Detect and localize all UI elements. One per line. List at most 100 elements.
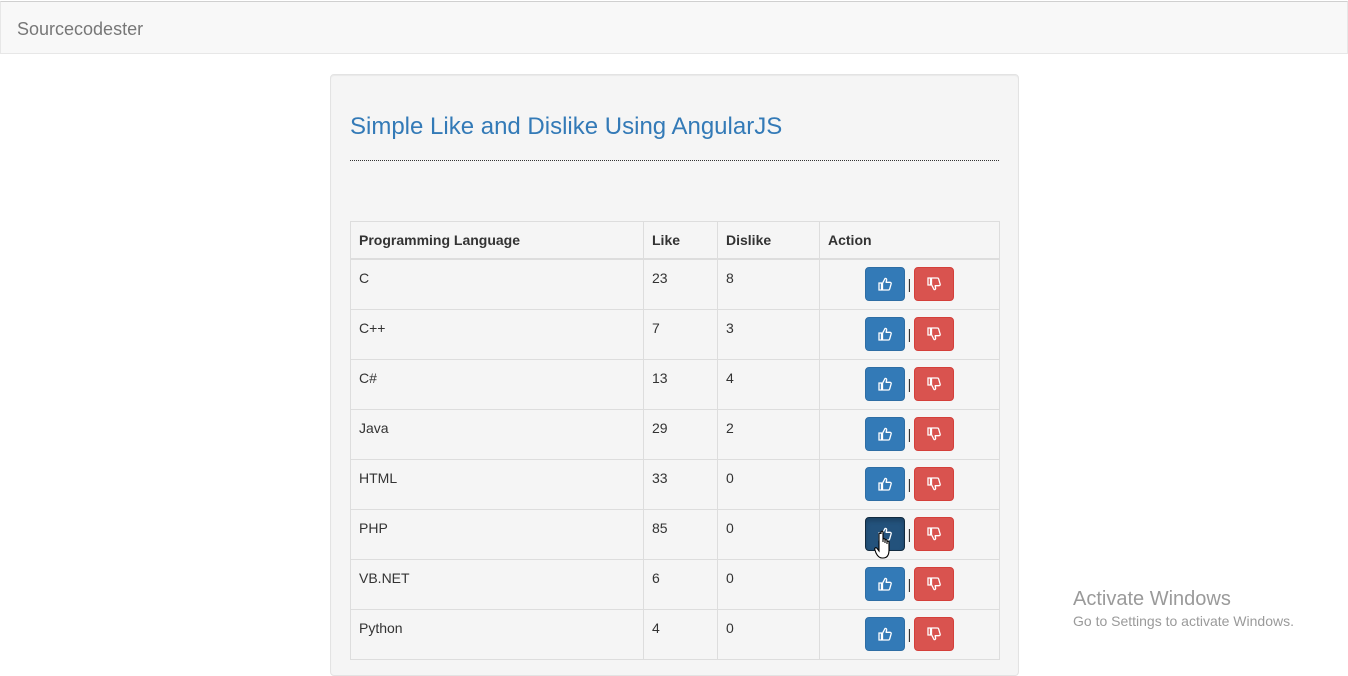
language-name: PHP [359,519,388,536]
dislike-count: 3 [726,319,734,336]
dislike-button[interactable] [914,416,955,451]
windows-activation-watermark: Activate Windows Go to Settings to activ… [1073,587,1294,631]
table-header-row: Programming Language Like Dislike Action [350,221,1000,260]
like-count-cell: 23 [643,258,718,310]
action-separator: | [907,525,912,542]
table-row: PHP 85 0 | [350,508,1000,560]
thumbs-down-icon [927,376,942,390]
thumbs-up-icon [878,577,892,591]
dislike-count: 0 [726,469,734,486]
like-count-cell: 33 [643,458,718,510]
table-row: C# 13 4 | [350,358,1000,410]
title-divider [350,160,999,161]
like-button[interactable] [864,616,905,651]
header-dislike: Dislike [717,221,820,260]
language-cell: C++ [350,308,644,360]
action-separator: | [907,375,912,392]
dislike-count: 0 [726,569,734,586]
thumbs-up-icon [878,377,892,391]
table-row: Java 29 2 | [350,408,1000,460]
content-panel: Simple Like and Dislike Using AngularJS … [330,74,1019,676]
like-count: 23 [652,270,668,286]
like-count-cell: 7 [643,308,718,360]
dislike-count-cell: 8 [717,258,820,310]
thumbs-down-icon [927,277,942,291]
like-button[interactable] [864,267,905,301]
action-cell: | [819,358,1000,410]
dislike-count-cell: 0 [717,608,820,660]
like-button[interactable] [864,316,905,351]
like-count-cell: 6 [643,558,718,610]
navbar: Sourcecodester [0,1,1348,54]
header-action: Action [819,221,1000,260]
action-separator: | [907,575,912,592]
like-button[interactable] [864,466,905,501]
like-count: 29 [652,419,668,436]
table-row: VB.NET 6 0 | [350,558,1000,610]
dislike-button[interactable] [914,466,955,501]
language-cell: VB.NET [350,558,644,610]
like-button[interactable] [864,366,905,401]
like-button[interactable] [864,516,905,551]
like-count: 6 [652,569,660,586]
dislike-count-cell: 0 [717,458,820,510]
dislike-button[interactable] [914,616,955,651]
header-like: Like [643,221,718,260]
dislike-button[interactable] [914,566,955,601]
like-count-cell: 85 [643,508,718,560]
dislike-count: 0 [726,619,734,636]
dislike-button[interactable] [914,267,955,301]
thumbs-down-icon [927,426,942,440]
action-cell: | [819,558,1000,610]
like-count: 13 [652,369,668,386]
thumbs-up-icon [878,277,892,291]
navbar-brand[interactable]: Sourcecodester [17,18,143,40]
dislike-button[interactable] [914,316,955,351]
like-button[interactable] [864,566,905,601]
table-row: Python 4 0 | [350,608,1000,660]
thumbs-down-icon [927,576,942,590]
action-separator: | [907,425,912,442]
table-row: C++ 7 3 | [350,308,1000,360]
like-button[interactable] [864,416,905,451]
action-separator: | [907,475,912,492]
dislike-count: 4 [726,369,734,386]
dislike-count: 2 [726,419,734,436]
action-cell: | [819,608,1000,660]
dislike-count-cell: 2 [717,408,820,460]
language-cell: Python [350,608,644,660]
thumbs-up-icon [878,327,892,341]
like-count-cell: 13 [643,358,718,410]
thumbs-down-icon [927,526,942,540]
action-separator: | [907,276,912,292]
thumbs-up-icon [878,527,892,541]
language-cell: HTML [350,458,644,510]
dislike-count-cell: 3 [717,308,820,360]
language-cell: C [350,258,644,310]
language-cell: PHP [350,508,644,560]
dislike-count: 0 [726,519,734,536]
dislike-button[interactable] [914,516,955,551]
thumbs-up-icon [878,477,892,491]
language-cell: C# [350,358,644,410]
thumbs-down-icon [927,626,942,640]
action-cell: | [819,258,1000,310]
action-separator: | [907,325,912,342]
watermark-title: Activate Windows [1073,588,1231,610]
language-name: C++ [359,319,386,336]
dislike-count-cell: 4 [717,358,820,410]
like-count: 33 [652,469,668,486]
languages-table: Programming Language Like Dislike Action… [350,221,1000,660]
language-name: HTML [359,469,398,486]
thumbs-down-icon [927,476,942,490]
like-count: 85 [652,519,668,536]
table-row: HTML 33 0 | [350,458,1000,510]
table-row: C 23 8 | [350,258,1000,310]
like-count-cell: 4 [643,608,718,660]
action-cell: | [819,458,1000,510]
dislike-button[interactable] [914,366,955,401]
language-name: C# [359,369,377,386]
dislike-count-cell: 0 [717,558,820,610]
dislike-count: 8 [726,270,734,286]
language-name: Java [359,419,389,436]
